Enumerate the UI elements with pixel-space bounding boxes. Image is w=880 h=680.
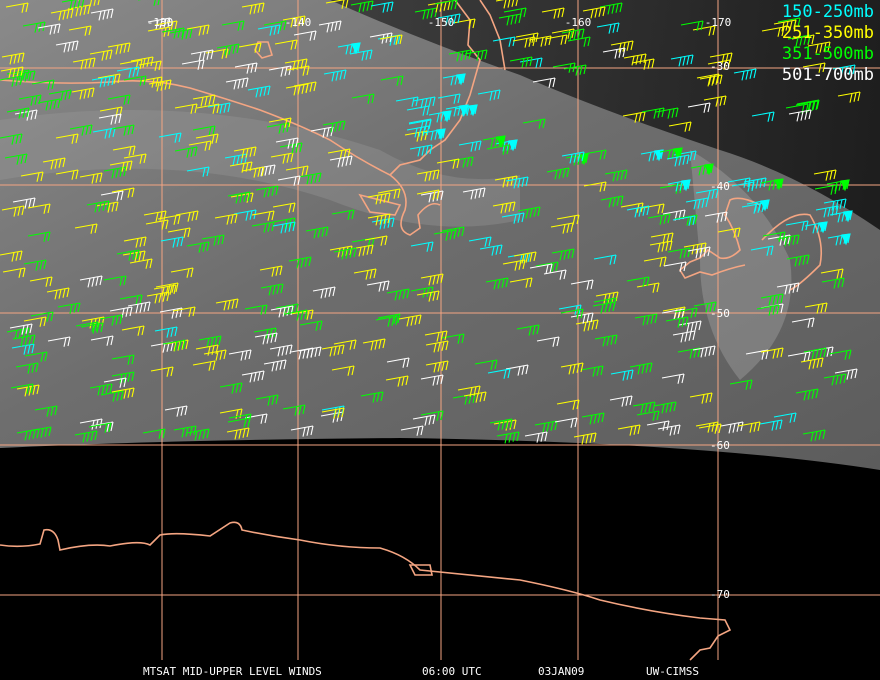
footer-date: 03JAN09 xyxy=(538,665,585,678)
longitude-label: -130 xyxy=(147,16,174,29)
footer-product: MTSAT MID-UPPER LEVEL WINDS xyxy=(143,665,322,678)
footer-source: UW-CIMSS xyxy=(646,665,699,678)
map-canvas: -130 -140 -150 -160 -170 -30 -40 -50 -60 -70 xyxy=(0,0,880,661)
coastline-segment xyxy=(0,521,732,661)
longitude-label: -160 xyxy=(565,16,592,29)
latitude-label: -60 xyxy=(710,439,730,452)
legend-item-251-350: 251-350mb xyxy=(781,23,874,43)
legend-item-150-250: 150-250mb xyxy=(781,2,874,22)
product-footer: MTSAT MID-UPPER LEVEL WINDS 06:00 UTC 03… xyxy=(0,665,880,679)
longitude-label: -170 xyxy=(705,16,732,29)
longitude-label: -140 xyxy=(285,16,312,29)
longitude-label: -150 xyxy=(428,16,455,29)
legend-item-501-700: 501-700mb xyxy=(781,65,874,85)
latitude-label: -30 xyxy=(710,60,730,73)
legend-item-351-500: 351-500mb xyxy=(781,44,874,64)
latitude-label: -70 xyxy=(710,588,730,601)
pressure-legend: 150-250mb 251-350mb 351-500mb 501-700mb xyxy=(782,2,874,86)
latitude-label: -50 xyxy=(710,307,730,320)
footer-time: 06:00 UTC xyxy=(422,665,482,678)
satellite-wind-map: -130 -140 -150 -160 -170 -30 -40 -50 -60 -70 150-… xyxy=(0,0,880,680)
latitude-label: -40 xyxy=(710,180,730,193)
